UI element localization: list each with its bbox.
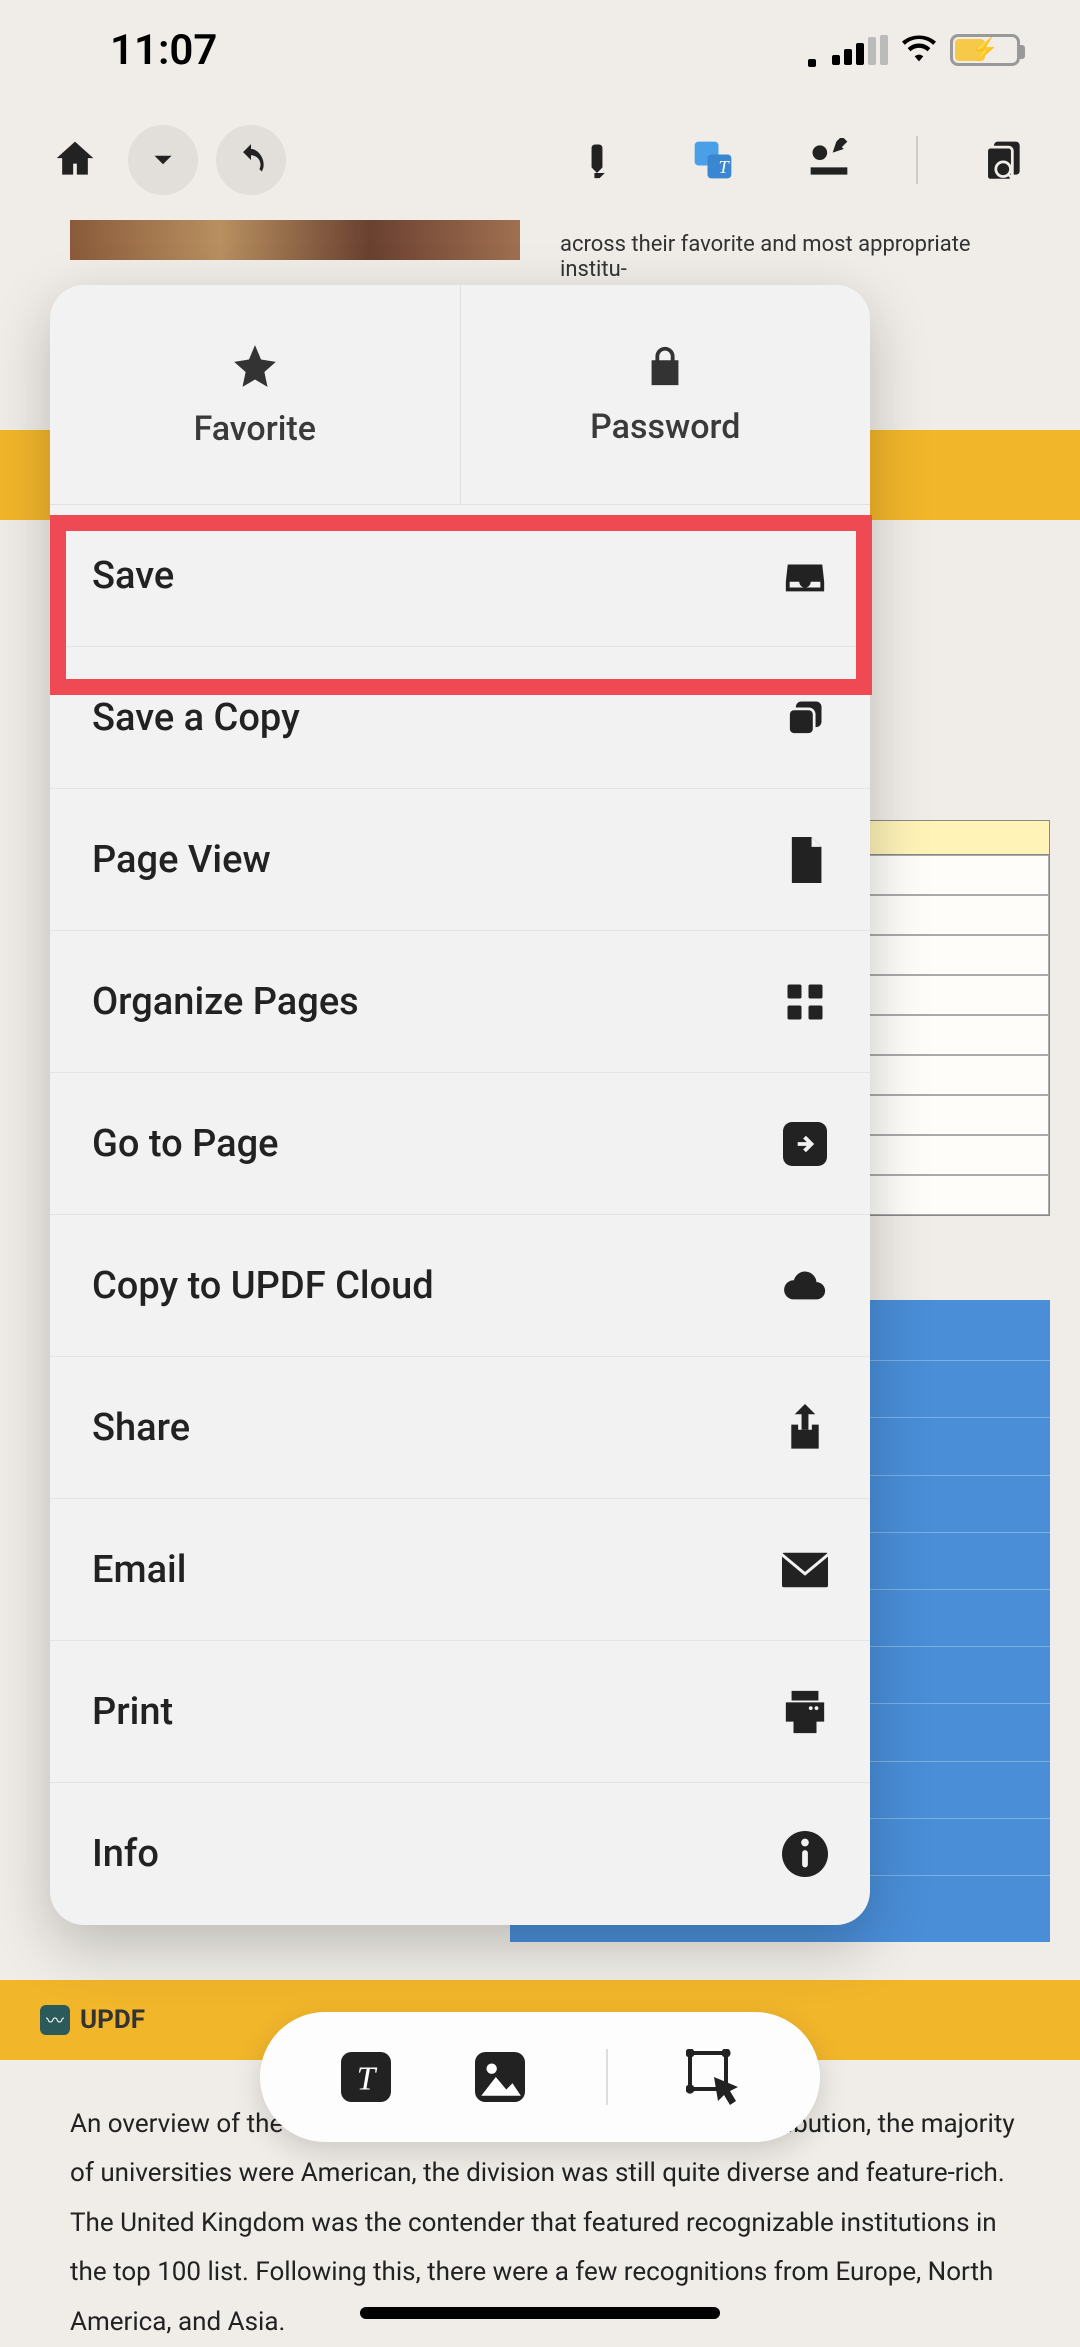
menu-item-share[interactable]: Share [50, 1357, 870, 1499]
menu-item-copy-to-cloud[interactable]: Copy to UPDF Cloud [50, 1215, 870, 1357]
dropdown-menu-button[interactable] [128, 125, 198, 195]
print-icon [782, 1689, 828, 1735]
cellular-signal-icon [832, 35, 888, 65]
tray-icon [782, 553, 828, 599]
text-tool-button[interactable]: T [338, 2049, 394, 2105]
menu-item-info[interactable]: Info [50, 1783, 870, 1925]
status-time: 11:07 [110, 26, 217, 75]
info-icon [782, 1831, 828, 1877]
lock-icon [642, 343, 688, 389]
cloud-icon [782, 1263, 828, 1309]
mail-icon [782, 1547, 828, 1593]
password-button[interactable]: Password [460, 285, 871, 504]
wifi-icon [902, 33, 936, 67]
updf-logo-text: UPDF [80, 2005, 145, 2035]
menu-item-save[interactable]: Save [50, 505, 870, 647]
updf-logo-icon: 〰 [40, 2005, 70, 2035]
image-tool-button[interactable] [472, 2049, 528, 2105]
signal-prefix-dot [808, 59, 816, 67]
top-toolbar: T [0, 100, 1080, 220]
actions-menu: Favorite Password Save Save a Copy Page … [50, 285, 870, 1925]
menu-item-save-copy[interactable]: Save a Copy [50, 647, 870, 789]
favorite-label: Favorite [194, 409, 316, 449]
grid-icon [782, 979, 828, 1025]
toolbar-divider [916, 136, 918, 184]
select-tool-button[interactable] [686, 2049, 742, 2105]
undo-button[interactable] [216, 125, 286, 195]
star-icon [230, 341, 280, 391]
battery-icon: ⚡ [950, 34, 1020, 66]
arrow-right-box-icon [782, 1121, 828, 1167]
pill-divider [606, 2049, 608, 2105]
svg-text:T: T [719, 157, 731, 177]
favorite-button[interactable]: Favorite [50, 285, 460, 504]
home-button[interactable] [40, 125, 110, 195]
copy-icon [782, 695, 828, 741]
document-text-fragment: across their favorite and most appropria… [560, 232, 1040, 282]
status-bar: 11:07 ⚡ [0, 0, 1080, 100]
menu-item-go-to-page[interactable]: Go to Page [50, 1073, 870, 1215]
document-photo [70, 220, 520, 260]
menu-item-email[interactable]: Email [50, 1499, 870, 1641]
page-icon [782, 837, 828, 883]
svg-text:T: T [357, 2061, 378, 2098]
home-indicator [360, 2307, 720, 2319]
menu-item-print[interactable]: Print [50, 1641, 870, 1783]
image-text-button[interactable]: T [678, 125, 748, 195]
menu-item-page-view[interactable]: Page View [50, 789, 870, 931]
menu-item-organize-pages[interactable]: Organize Pages [50, 931, 870, 1073]
image-edit-button[interactable] [794, 125, 864, 195]
share-icon [782, 1405, 828, 1451]
password-label: Password [590, 407, 740, 447]
pages-thumbnail-button[interactable] [970, 125, 1040, 195]
bottom-floating-toolbar: T [260, 2012, 820, 2142]
highlighter-button[interactable] [562, 125, 632, 195]
